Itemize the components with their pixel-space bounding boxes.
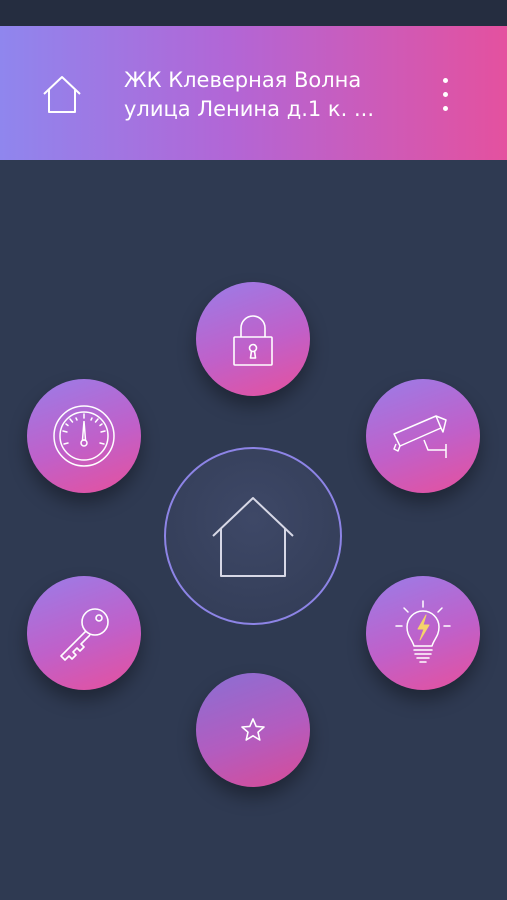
lightbulb-tile[interactable] [366, 576, 480, 690]
home-icon [212, 497, 294, 577]
menu-dot [442, 105, 448, 111]
gauge-icon [53, 405, 115, 467]
menu-dot [442, 77, 448, 83]
star-tile[interactable] [196, 673, 310, 787]
title-line-1: ЖК Клеверная Волна [124, 68, 362, 92]
lightbulb-icon [395, 600, 451, 663]
key-tile[interactable] [27, 576, 141, 690]
menu-dot [442, 91, 448, 97]
app-header: ЖК Клеверная Волна улица Ленина д.1 к. .… [0, 26, 507, 160]
star-icon [241, 718, 265, 741]
page-title: ЖК Клеверная Волна улица Ленина д.1 к. .… [124, 66, 414, 124]
home-button[interactable] [34, 66, 90, 122]
title-line-2: улица Ленина д.1 к. ... [124, 97, 374, 121]
home-center-button[interactable] [164, 447, 342, 625]
status-bar [0, 0, 507, 26]
lock-tile[interactable] [196, 282, 310, 396]
camera-icon [393, 415, 447, 458]
camera-tile[interactable] [366, 379, 480, 493]
key-icon [60, 608, 109, 661]
gauge-tile[interactable] [27, 379, 141, 493]
lock-icon [233, 315, 273, 366]
more-menu-button[interactable] [425, 66, 465, 122]
home-icon [43, 76, 81, 113]
